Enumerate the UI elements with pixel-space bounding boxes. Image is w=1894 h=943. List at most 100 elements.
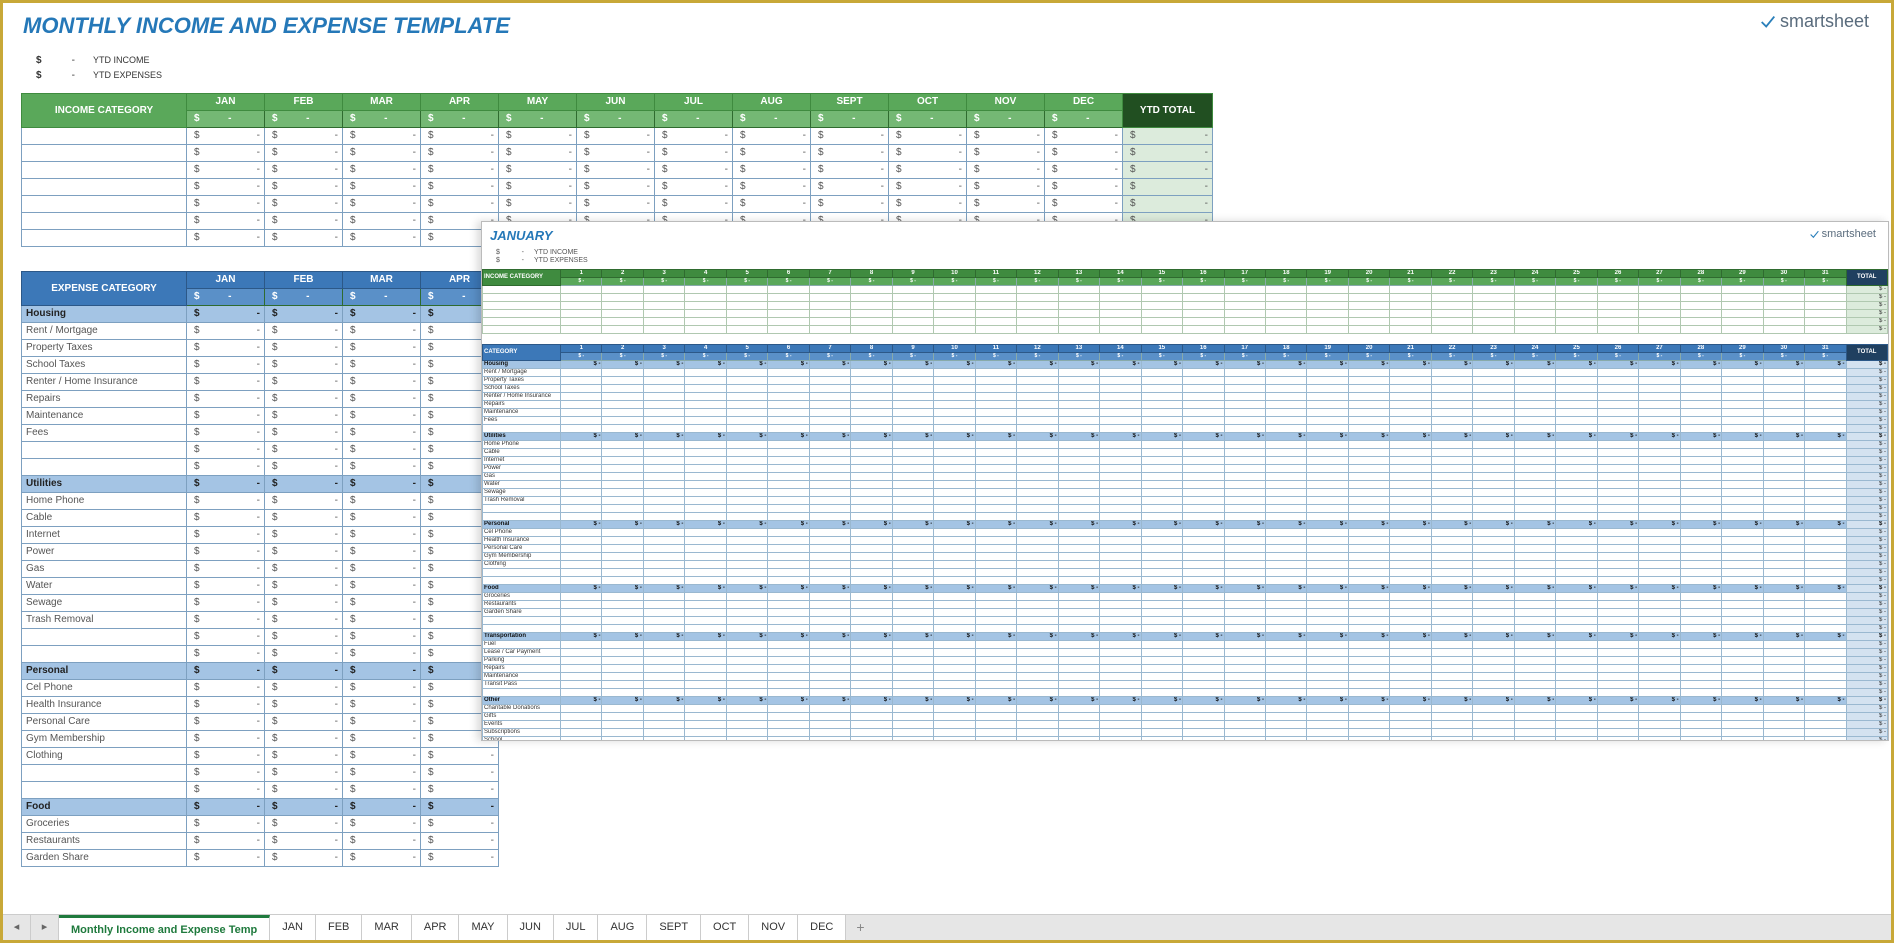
ov-cell[interactable] [1058, 553, 1099, 561]
ov-cell[interactable] [685, 577, 726, 585]
ov-cell[interactable] [1763, 689, 1804, 697]
ov-tot-cell[interactable]: $ - [1846, 529, 1887, 537]
ov-cell[interactable] [1307, 609, 1348, 617]
ov-cell[interactable] [975, 617, 1016, 625]
ov-sec-cell[interactable]: $ - [1597, 585, 1638, 593]
ov-tot-cell[interactable]: $ - [1846, 553, 1887, 561]
ov-cell[interactable] [1639, 561, 1680, 569]
ov-expense-section[interactable]: Food$ -$ -$ -$ -$ -$ -$ -$ -$ -$ -$ -$ -… [483, 585, 1888, 593]
ov-cell[interactable] [1348, 569, 1389, 577]
ov-sec-cell[interactable]: $ - [561, 633, 602, 641]
ov-cell[interactable] [1183, 625, 1224, 633]
ov-cell[interactable] [1183, 569, 1224, 577]
cell[interactable]: $- [187, 408, 265, 425]
ov-cell[interactable] [1556, 457, 1597, 465]
ov-cell[interactable] [1017, 465, 1058, 473]
ov-sec-cell[interactable]: $ - [1597, 433, 1638, 441]
ov-cell[interactable] [726, 569, 767, 577]
ov-cell[interactable] [1514, 318, 1555, 326]
ov-sec-cell[interactable]: $ - [768, 697, 809, 705]
ov-cell[interactable] [934, 729, 975, 737]
expense-row[interactable]: Fees$-$-$-$- [22, 425, 499, 442]
tab-nav-prev[interactable]: ◂ [3, 915, 31, 940]
ov-cell[interactable] [1639, 385, 1680, 393]
ov-cell[interactable] [809, 529, 850, 537]
ov-cell[interactable] [934, 385, 975, 393]
ov-tot-cell[interactable]: $ - [1846, 409, 1887, 417]
ov-cell[interactable] [1597, 377, 1638, 385]
expense-row[interactable]: Water$-$-$-$- [22, 578, 499, 595]
cell[interactable]: $- [187, 162, 265, 179]
ov-cell[interactable] [1473, 625, 1514, 633]
ov-cell[interactable] [602, 473, 643, 481]
ov-cell[interactable] [1597, 302, 1638, 310]
ov-cell[interactable] [1597, 705, 1638, 713]
cell[interactable]: $- [343, 323, 421, 340]
cell[interactable]: $- [889, 196, 967, 213]
ov-cell[interactable] [643, 721, 684, 729]
ov-cell[interactable] [1265, 681, 1306, 689]
ov-cell[interactable] [1805, 441, 1846, 449]
ov-cell[interactable] [1224, 545, 1265, 553]
ov-expense-row[interactable]: Parking$ - [483, 657, 1888, 665]
ov-cell[interactable] [934, 545, 975, 553]
expense-label-cell[interactable]: Renter / Home Insurance [22, 374, 187, 391]
ov-cell[interactable] [1514, 713, 1555, 721]
ov-cell[interactable] [1556, 721, 1597, 729]
ov-sec-cell[interactable]: $ - [1639, 521, 1680, 529]
ov-cell[interactable] [1597, 409, 1638, 417]
tab-jul[interactable]: JUL [554, 915, 599, 940]
ov-cell[interactable] [975, 497, 1016, 505]
ov-sec-cell[interactable]: $ - [1141, 361, 1182, 369]
ov-cell[interactable] [1390, 641, 1431, 649]
ov-cell[interactable] [1100, 713, 1141, 721]
ov-cell[interactable] [1722, 553, 1763, 561]
ov-cell[interactable] [1722, 609, 1763, 617]
ov-cell[interactable] [1597, 425, 1638, 433]
ytd-cell[interactable]: $- [1123, 196, 1213, 213]
cell[interactable]: $- [187, 357, 265, 374]
ov-tot-cell[interactable]: $ - [1846, 737, 1887, 742]
ov-cell[interactable] [1431, 569, 1472, 577]
ov-cell[interactable] [1556, 310, 1597, 318]
ov-cell[interactable] [1265, 425, 1306, 433]
ov-cell[interactable] [602, 441, 643, 449]
ov-cell[interactable] [1390, 593, 1431, 601]
ov-cell[interactable] [1556, 657, 1597, 665]
income-label-cell[interactable] [22, 145, 187, 162]
ov-cell[interactable] [561, 449, 602, 457]
ov-cell[interactable] [1100, 529, 1141, 537]
ov-cell[interactable] [892, 577, 933, 585]
ov-cell[interactable] [726, 457, 767, 465]
ov-cell[interactable] [643, 497, 684, 505]
ov-expense-row[interactable]: $ - [483, 689, 1888, 697]
ov-cell[interactable] [892, 310, 933, 318]
ov-cell[interactable] [1431, 601, 1472, 609]
ov-cell[interactable] [1183, 409, 1224, 417]
ov-tot-cell[interactable]: $ - [1846, 326, 1887, 334]
expense-label-cell[interactable]: Health Insurance [22, 697, 187, 714]
ov-cell[interactable] [602, 545, 643, 553]
ov-cell[interactable] [1431, 617, 1472, 625]
ov-cell[interactable] [1431, 665, 1472, 673]
ov-cell[interactable] [1017, 553, 1058, 561]
ov-cell[interactable] [1307, 481, 1348, 489]
ov-cell[interactable] [1473, 417, 1514, 425]
ov-cell[interactable] [1307, 553, 1348, 561]
cell[interactable]: $- [187, 816, 265, 833]
ov-cell[interactable] [1514, 401, 1555, 409]
ov-cell[interactable] [1431, 681, 1472, 689]
ov-cell[interactable] [1473, 465, 1514, 473]
expense-section-utilities[interactable]: Utilities$-$-$-$- [22, 476, 499, 493]
ov-cell[interactable] [1017, 593, 1058, 601]
cell[interactable]: $- [343, 612, 421, 629]
cell[interactable]: $- [889, 128, 967, 145]
ov-cell[interactable] [1390, 617, 1431, 625]
ov-expense-row[interactable]: Transit Pass$ - [483, 681, 1888, 689]
ov-cell[interactable] [851, 649, 892, 657]
ov-cell[interactable] [685, 673, 726, 681]
ov-cell[interactable] [934, 465, 975, 473]
ov-cell[interactable] [1514, 577, 1555, 585]
ov-cell[interactable] [1058, 369, 1099, 377]
ov-tot-cell[interactable]: $ - [1846, 417, 1887, 425]
